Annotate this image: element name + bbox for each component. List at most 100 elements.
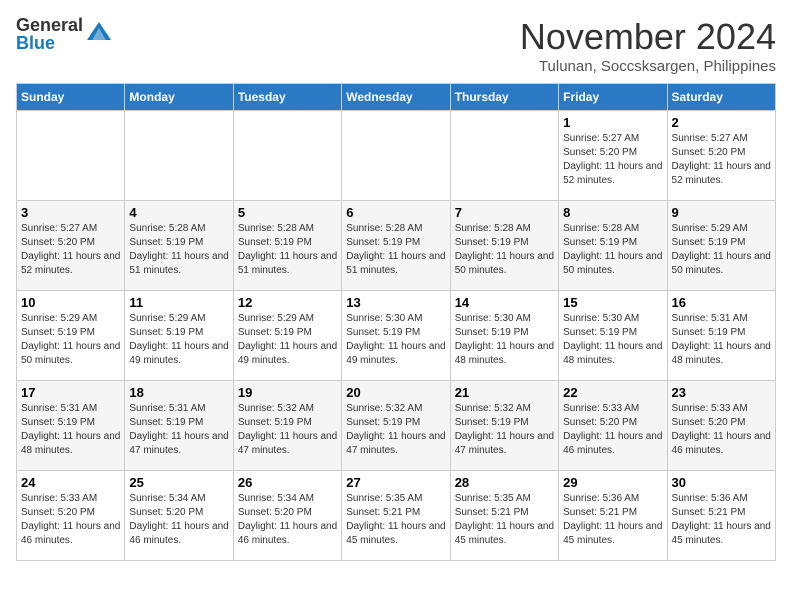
calendar-cell: 18Sunrise: 5:31 AM Sunset: 5:19 PM Dayli… (125, 381, 233, 471)
day-info: Sunrise: 5:31 AM Sunset: 5:19 PM Dayligh… (21, 402, 120, 458)
calendar-cell: 30Sunrise: 5:36 AM Sunset: 5:21 PM Dayli… (667, 471, 775, 561)
day-info: Sunrise: 5:30 AM Sunset: 5:19 PM Dayligh… (455, 312, 554, 368)
calendar-cell: 28Sunrise: 5:35 AM Sunset: 5:21 PM Dayli… (450, 471, 558, 561)
calendar-cell: 22Sunrise: 5:33 AM Sunset: 5:20 PM Dayli… (559, 381, 667, 471)
day-number: 21 (455, 385, 554, 400)
col-header-thursday: Thursday (450, 84, 558, 111)
day-info: Sunrise: 5:32 AM Sunset: 5:19 PM Dayligh… (455, 402, 554, 458)
day-info: Sunrise: 5:33 AM Sunset: 5:20 PM Dayligh… (21, 492, 120, 548)
day-number: 18 (129, 385, 228, 400)
day-info: Sunrise: 5:29 AM Sunset: 5:19 PM Dayligh… (672, 222, 771, 278)
day-info: Sunrise: 5:31 AM Sunset: 5:19 PM Dayligh… (672, 312, 771, 368)
day-number: 25 (129, 475, 228, 490)
calendar-cell: 26 Sunrise: 5:34 AM Sunset: 5:20 PM Dayli… (233, 471, 341, 561)
logo: General Blue (16, 16, 113, 52)
day-info: Sunrise: 5:29 AM Sunset: 5:19 PM Dayligh… (238, 312, 337, 368)
day-info: Sunrise: 5:33 AM Sunset: 5:20 PM Dayligh… (672, 402, 771, 458)
day-info: Sunrise: 5:30 AM Sunset: 5:19 PM Dayligh… (563, 312, 662, 368)
day-number: 11 (129, 295, 228, 310)
calendar-week-row: 17 Sunrise: 5:31 AM Sunset: 5:19 PM Dayli… (17, 381, 776, 471)
location-subtitle: Tulunan, Soccsksargen, Philippines (520, 58, 776, 75)
day-number: 1 (563, 115, 662, 130)
day-number: 27 (346, 475, 445, 490)
day-info: Sunrise: 5:27 AM Sunset: 5:20 PM Dayligh… (21, 222, 120, 278)
day-number: 28 (455, 475, 554, 490)
col-header-saturday: Saturday (667, 84, 775, 111)
calendar-cell: 9 Sunrise: 5:29 AM Sunset: 5:19 PM Daylig… (667, 201, 775, 291)
calendar-cell: 15 Sunrise: 5:30 AM Sunset: 5:19 PM Dayli… (559, 291, 667, 381)
day-info: Sunrise: 5:34 AM Sunset: 5:20 PM Dayligh… (129, 492, 228, 548)
calendar-cell: 27 Sunrise: 5:35 AM Sunset: 5:21 PM Dayli… (342, 471, 450, 561)
day-info: Sunrise: 5:28 AM Sunset: 5:19 PM Dayligh… (238, 222, 337, 278)
day-number: 9 (672, 205, 771, 220)
day-info: Sunrise: 5:33 AM Sunset: 5:20 PM Dayligh… (563, 402, 662, 458)
calendar-week-row: 24Sunrise: 5:33 AM Sunset: 5:20 PM Dayli… (17, 471, 776, 561)
calendar-cell: 23 Sunrise: 5:33 AM Sunset: 5:20 PM Dayli… (667, 381, 775, 471)
day-number: 13 (346, 295, 445, 310)
col-header-wednesday: Wednesday (342, 84, 450, 111)
day-info: Sunrise: 5:27 AM Sunset: 5:20 PM Dayligh… (563, 132, 662, 188)
day-info: Sunrise: 5:28 AM Sunset: 5:19 PM Dayligh… (455, 222, 554, 278)
logo-blue: Blue (16, 34, 83, 52)
calendar-header-row: SundayMondayTuesdayWednesdayThursdayFrid… (17, 84, 776, 111)
col-header-friday: Friday (559, 84, 667, 111)
calendar-cell (17, 111, 125, 201)
day-number: 23 (672, 385, 771, 400)
calendar-cell: 6 Sunrise: 5:28 AM Sunset: 5:19 PM Daylig… (342, 201, 450, 291)
day-info: Sunrise: 5:35 AM Sunset: 5:21 PM Dayligh… (346, 492, 445, 548)
col-header-tuesday: Tuesday (233, 84, 341, 111)
day-number: 8 (563, 205, 662, 220)
calendar-cell: 16 Sunrise: 5:31 AM Sunset: 5:19 PM Dayli… (667, 291, 775, 381)
day-number: 20 (346, 385, 445, 400)
day-info: Sunrise: 5:28 AM Sunset: 5:19 PM Dayligh… (563, 222, 662, 278)
calendar-week-row: 1 Sunrise: 5:27 AM Sunset: 5:20 PM Daylig… (17, 111, 776, 201)
calendar-cell: 20 Sunrise: 5:32 AM Sunset: 5:19 PM Dayli… (342, 381, 450, 471)
calendar-cell: 19 Sunrise: 5:32 AM Sunset: 5:19 PM Dayli… (233, 381, 341, 471)
day-number: 16 (672, 295, 771, 310)
day-info: Sunrise: 5:34 AM Sunset: 5:20 PM Dayligh… (238, 492, 337, 548)
day-number: 12 (238, 295, 337, 310)
logo-general: General (16, 16, 83, 34)
calendar-cell: 14 Sunrise: 5:30 AM Sunset: 5:19 PM Dayli… (450, 291, 558, 381)
calendar-cell: 13 Sunrise: 5:30 AM Sunset: 5:19 PM Dayli… (342, 291, 450, 381)
calendar-cell: 29 Sunrise: 5:36 AM Sunset: 5:21 PM Dayli… (559, 471, 667, 561)
calendar-cell: 12 Sunrise: 5:29 AM Sunset: 5:19 PM Dayli… (233, 291, 341, 381)
calendar-cell: 5 Sunrise: 5:28 AM Sunset: 5:19 PM Daylig… (233, 201, 341, 291)
page-header: General Blue November 2024 Tulunan, Socc… (16, 16, 776, 75)
calendar-cell: 3 Sunrise: 5:27 AM Sunset: 5:20 PM Daylig… (17, 201, 125, 291)
calendar-cell: 21 Sunrise: 5:32 AM Sunset: 5:19 PM Dayli… (450, 381, 558, 471)
day-info: Sunrise: 5:36 AM Sunset: 5:21 PM Dayligh… (672, 492, 771, 548)
day-number: 6 (346, 205, 445, 220)
col-header-monday: Monday (125, 84, 233, 111)
day-number: 5 (238, 205, 337, 220)
col-header-sunday: Sunday (17, 84, 125, 111)
calendar-cell: 4Sunrise: 5:28 AM Sunset: 5:19 PM Daylig… (125, 201, 233, 291)
day-number: 17 (21, 385, 120, 400)
calendar-cell: 24Sunrise: 5:33 AM Sunset: 5:20 PM Dayli… (17, 471, 125, 561)
day-number: 19 (238, 385, 337, 400)
calendar-cell (450, 111, 558, 201)
calendar-cell: 2Sunrise: 5:27 AM Sunset: 5:20 PM Daylig… (667, 111, 775, 201)
calendar-week-row: 10 Sunrise: 5:29 AM Sunset: 5:19 PM Dayli… (17, 291, 776, 381)
calendar-cell (342, 111, 450, 201)
day-number: 14 (455, 295, 554, 310)
day-info: Sunrise: 5:28 AM Sunset: 5:19 PM Dayligh… (129, 222, 228, 278)
day-info: Sunrise: 5:29 AM Sunset: 5:19 PM Dayligh… (129, 312, 228, 368)
day-info: Sunrise: 5:36 AM Sunset: 5:21 PM Dayligh… (563, 492, 662, 548)
day-number: 29 (563, 475, 662, 490)
day-number: 26 (238, 475, 337, 490)
calendar-cell (125, 111, 233, 201)
day-number: 3 (21, 205, 120, 220)
calendar-cell: 11 Sunrise: 5:29 AM Sunset: 5:19 PM Dayli… (125, 291, 233, 381)
calendar-cell: 1 Sunrise: 5:27 AM Sunset: 5:20 PM Daylig… (559, 111, 667, 201)
day-number: 15 (563, 295, 662, 310)
day-info: Sunrise: 5:30 AM Sunset: 5:19 PM Dayligh… (346, 312, 445, 368)
calendar-cell: 7Sunrise: 5:28 AM Sunset: 5:19 PM Daylig… (450, 201, 558, 291)
day-info: Sunrise: 5:28 AM Sunset: 5:19 PM Dayligh… (346, 222, 445, 278)
logo-icon (85, 20, 113, 48)
calendar-table: SundayMondayTuesdayWednesdayThursdayFrid… (16, 83, 776, 561)
day-info: Sunrise: 5:27 AM Sunset: 5:20 PM Dayligh… (672, 132, 771, 188)
day-info: Sunrise: 5:32 AM Sunset: 5:19 PM Dayligh… (346, 402, 445, 458)
day-info: Sunrise: 5:32 AM Sunset: 5:19 PM Dayligh… (238, 402, 337, 458)
day-number: 10 (21, 295, 120, 310)
